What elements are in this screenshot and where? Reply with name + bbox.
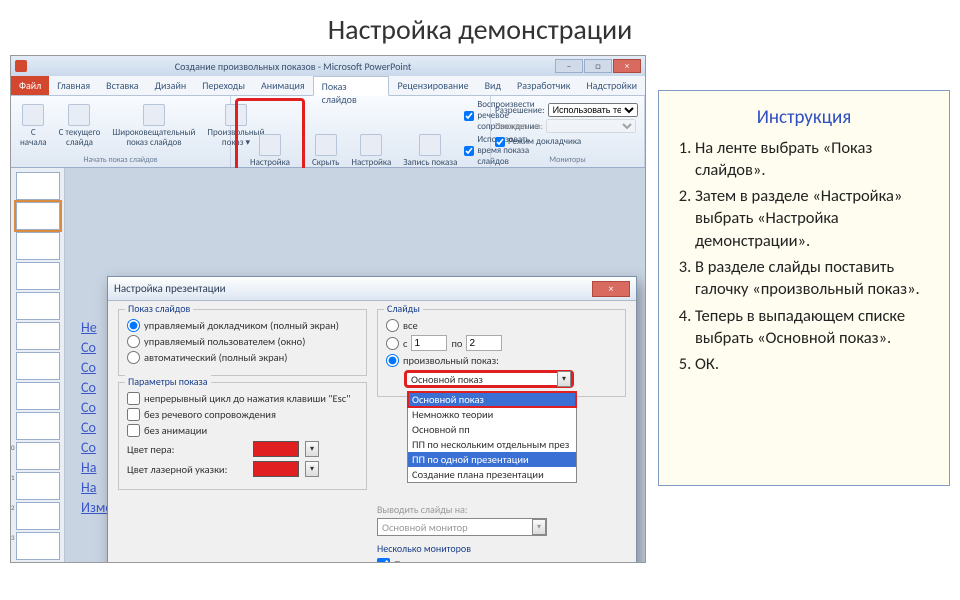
check-no-animation[interactable]: без анимации xyxy=(127,424,358,437)
tab-file[interactable]: Файл xyxy=(11,76,49,95)
chevron-down-icon[interactable]: ▾ xyxy=(557,371,571,387)
slide-thumbnails[interactable]: 123456789101112131415 xyxy=(11,168,65,562)
minimize-button[interactable]: – xyxy=(555,59,583,73)
to-spin[interactable] xyxy=(466,335,502,351)
instruction-step: Затем в разделе «Настройка» выбрать «Нас… xyxy=(695,185,933,252)
option-theory[interactable]: Немножко теории xyxy=(408,407,576,422)
option-single[interactable]: ПП по одной презентации xyxy=(408,452,576,467)
radio-range-slides[interactable]: спо xyxy=(386,335,617,351)
instruction-step: Теперь в выпадающем списке выбрать «Осно… xyxy=(695,305,933,350)
window-title: Создание произвольных показов - Microsof… xyxy=(31,60,555,73)
tab-addins[interactable]: Надстройки xyxy=(578,76,645,95)
from-beginning-button[interactable]: С начала xyxy=(15,98,52,153)
tab-view[interactable]: Вид xyxy=(477,76,509,95)
dialog-close-button[interactable]: × xyxy=(592,281,630,297)
pen-color-dropdown[interactable]: ▾ xyxy=(305,441,319,457)
broadcast-icon xyxy=(143,104,165,126)
check-loop[interactable]: непрерывный цикл до нажатия клавиши "Esc… xyxy=(127,392,358,405)
clock-icon xyxy=(360,134,382,156)
group-label-monitors: Мониторы xyxy=(495,153,640,165)
tab-developer[interactable]: Разработчик xyxy=(509,76,578,95)
group-show-options: Параметры показа непрерывный цикл до наж… xyxy=(118,382,367,490)
from-spin[interactable] xyxy=(411,335,447,351)
slide-thumb[interactable]: 12 xyxy=(16,502,60,530)
ribbon-body: С начала С текущего слайда Широковещател… xyxy=(11,96,645,168)
setup-show-dialog: Настройка презентации × Показ слайдов уп… xyxy=(107,276,637,563)
resolution-row: Разрешение:Использовать теку… xyxy=(495,103,640,117)
check-presenter-view[interactable]: Режим докладчика xyxy=(495,135,640,148)
dialog-titlebar: Настройка презентации × xyxy=(108,277,636,301)
radio-individual[interactable]: управляемый пользователем (окно) xyxy=(127,335,358,348)
radio-custom-show[interactable]: произвольный показ: xyxy=(386,354,617,367)
tab-slideshow[interactable]: Показ слайдов xyxy=(313,76,390,96)
slide-thumb[interactable]: 7 xyxy=(16,352,60,380)
radio-kiosk[interactable]: автоматический (полный экран) xyxy=(127,351,358,364)
multi-monitor-label: Несколько мониторов xyxy=(377,542,626,555)
slide-thumb[interactable]: 11 xyxy=(16,472,60,500)
play-current-icon xyxy=(68,104,90,126)
radio-speaker[interactable]: управляемый докладчиком (полный экран) xyxy=(127,319,358,332)
laser-color-swatch[interactable] xyxy=(253,461,299,477)
option-main[interactable]: Основной показ xyxy=(408,392,576,407)
check-presenter[interactable]: Показать представление докладчика xyxy=(377,558,626,563)
broadcast-button[interactable]: Широковещательный показ слайдов xyxy=(107,98,200,153)
pen-color-swatch[interactable] xyxy=(253,441,299,457)
hide-icon xyxy=(315,134,337,156)
resolution-select[interactable]: Использовать теку… xyxy=(548,103,638,117)
custom-show-combo[interactable]: Основной показ▾ Основной показ Немножко … xyxy=(404,370,574,388)
tab-design[interactable]: Дизайн xyxy=(147,76,195,95)
laser-color-dropdown[interactable]: ▾ xyxy=(305,461,319,477)
laser-color-row: Цвет лазерной указки:▾ xyxy=(127,461,358,477)
setup-icon xyxy=(259,134,281,156)
tab-review[interactable]: Рецензирование xyxy=(389,76,476,95)
powerpoint-window: Создание произвольных показов - Microsof… xyxy=(10,55,646,563)
group-slides: Слайды все спо произвольный показ: Основ… xyxy=(377,309,626,397)
app-icon xyxy=(15,60,27,72)
radio-all-slides[interactable]: все xyxy=(386,319,617,332)
page-title: Настройка демонстрации xyxy=(0,0,960,55)
show-on-row: Показать на: xyxy=(495,119,640,133)
advance-label: Выводить слайды на: xyxy=(377,503,626,516)
option-mainpp[interactable]: Основной пп xyxy=(408,422,576,437)
slide-thumb[interactable]: 10 xyxy=(16,442,60,470)
slide-thumb[interactable]: 2 xyxy=(16,202,60,230)
group-label-start: Начать показ слайдов xyxy=(15,153,226,165)
slide-thumb[interactable]: 3 xyxy=(16,232,60,260)
check-no-narration[interactable]: без речевого сопровождения xyxy=(127,408,358,421)
play-icon xyxy=(22,104,44,126)
pen-color-row: Цвет пера:▾ xyxy=(127,441,358,457)
slide-thumb[interactable]: 9 xyxy=(16,412,60,440)
instruction-header: Инструкция xyxy=(675,105,933,131)
slide-thumb[interactable]: 13 xyxy=(16,532,60,560)
tab-transitions[interactable]: Переходы xyxy=(194,76,253,95)
tab-insert[interactable]: Вставка xyxy=(98,76,146,95)
slide-thumb[interactable]: 5 xyxy=(16,292,60,320)
option-plan[interactable]: Создание плана презентации xyxy=(408,467,576,482)
from-current-button[interactable]: С текущего слайда xyxy=(54,98,106,153)
option-multi[interactable]: ПП по нескольким отдельным през xyxy=(408,437,576,452)
show-on-select xyxy=(546,119,636,133)
tab-home[interactable]: Главная xyxy=(49,76,98,95)
record-icon xyxy=(419,134,441,156)
tab-animations[interactable]: Анимация xyxy=(253,76,313,95)
monitor-combo: Основной монитор▾ xyxy=(377,518,547,536)
window-titlebar: Создание произвольных показов - Microsof… xyxy=(11,56,645,76)
instruction-step: В разделе слайды поставить галочку «прои… xyxy=(695,256,933,301)
instruction-step: На ленте выбрать «Показ слайдов». xyxy=(695,137,933,182)
slide-thumb[interactable]: 8 xyxy=(16,382,60,410)
close-button[interactable]: × xyxy=(613,59,641,73)
ribbon-tabs: Файл Главная Вставка Дизайн Переходы Ани… xyxy=(11,76,645,96)
instruction-step: ОК. xyxy=(695,353,933,375)
slide-thumb[interactable]: 1 xyxy=(16,172,60,200)
group-show-type: Показ слайдов управляемый докладчиком (п… xyxy=(118,309,367,376)
instruction-panel: Инструкция На ленте выбрать «Показ слайд… xyxy=(658,90,950,486)
slide-thumb[interactable]: 4 xyxy=(16,262,60,290)
slide-thumb[interactable]: 6 xyxy=(16,322,60,350)
custom-show-dropdown[interactable]: Основной показ Немножко теории Основной … xyxy=(407,391,577,483)
dialog-title: Настройка презентации xyxy=(114,282,226,295)
maximize-button[interactable]: □ xyxy=(584,59,612,73)
